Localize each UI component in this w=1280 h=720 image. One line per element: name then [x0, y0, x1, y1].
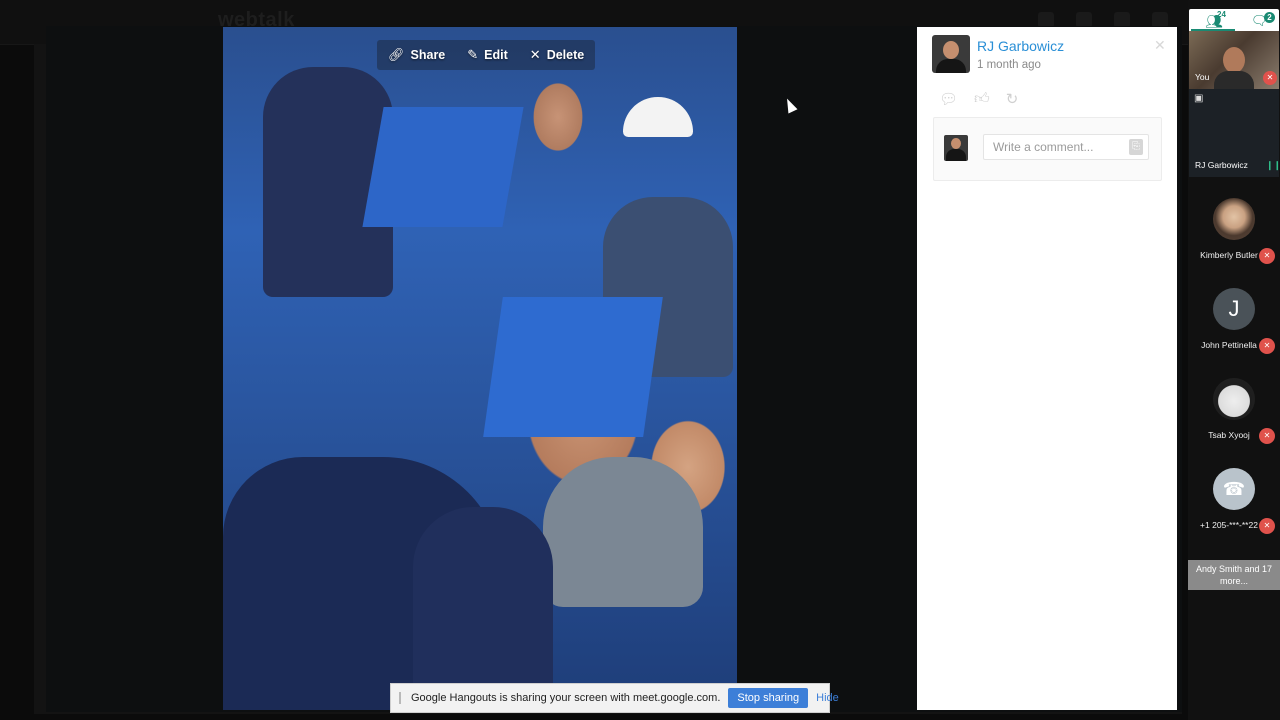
chat-count-badge: 2	[1264, 12, 1275, 23]
active-speaker-tile[interactable]: ▣ RJ Garbowicz ❙❙	[1189, 89, 1280, 177]
participant-tile[interactable]: Kimberly Butler ✕	[1188, 198, 1280, 278]
like-icon[interactable]: 👍︎	[974, 90, 990, 108]
stop-sharing-button[interactable]: Stop sharing	[728, 688, 809, 708]
avatar-body	[946, 149, 966, 161]
phone-icon: ☎	[1213, 468, 1255, 510]
avatar	[1213, 198, 1255, 240]
post-actions: 💬︎ 👍︎ ↻	[939, 90, 1018, 108]
pencil-icon: ✎	[467, 47, 479, 62]
close-icon[interactable]: ✕	[1154, 37, 1166, 54]
delete-label: Delete	[546, 48, 585, 62]
participant-tile[interactable]: Tsab Xyooj ✕	[1188, 378, 1280, 458]
self-video-face	[1223, 47, 1245, 73]
photo-figure	[543, 457, 703, 607]
repost-icon[interactable]: ↻	[1006, 90, 1019, 108]
avatar-body	[936, 59, 966, 73]
photo-cap	[623, 97, 693, 137]
participant-tile[interactable]: J John Pettinella ✕	[1188, 288, 1280, 368]
mic-off-icon: ✕	[1259, 338, 1275, 354]
post-details-panel: RJ Garbowicz 1 month ago ✕ 💬︎ 👍︎ ↻ ⎘	[917, 27, 1177, 710]
sidebar-tabs: 👥︎ 24 🗨︎ 2	[1189, 9, 1279, 31]
image-toolbar: 🔗︎ Share ✎ Edit ✕ Delete	[377, 40, 596, 70]
photo-seat	[362, 107, 524, 227]
share-message: Google Hangouts is sharing your screen w…	[411, 692, 721, 704]
edit-button[interactable]: ✎ Edit	[456, 47, 519, 63]
more-participants-button[interactable]: Andy Smith and 17 more...	[1188, 560, 1280, 590]
avatar-face	[951, 138, 961, 149]
current-user-avatar	[944, 135, 968, 161]
author-name-link[interactable]: RJ Garbowicz	[977, 38, 1064, 54]
participant-name: John Pettinella	[1201, 340, 1257, 350]
comment-box: ⎘	[933, 117, 1162, 181]
participant-name: Tsab Xyooj	[1208, 430, 1250, 440]
presentation-icon: ▣	[1194, 93, 1204, 104]
close-icon: ✕	[529, 47, 541, 62]
mic-off-icon: ✕	[1263, 71, 1277, 85]
author-avatar[interactable]	[932, 35, 970, 73]
drag-handle-icon[interactable]	[399, 692, 401, 704]
mic-off-icon: ✕	[1259, 428, 1275, 444]
mic-off-icon: ✕	[1259, 518, 1275, 534]
hide-button[interactable]: Hide	[816, 692, 839, 704]
attachment-icon[interactable]: ⎘	[1129, 139, 1143, 155]
photo-figure	[413, 507, 553, 710]
delete-button[interactable]: ✕ Delete	[519, 47, 595, 63]
self-video-tile[interactable]: You ✕	[1189, 31, 1279, 89]
share-label: Share	[410, 48, 446, 62]
audio-level-icon: ❙❙	[1266, 160, 1280, 170]
link-icon: 🔗︎	[388, 47, 405, 62]
avatar	[1213, 378, 1255, 420]
photo-seat	[483, 297, 663, 437]
avatar: J	[1213, 288, 1255, 330]
comment-input[interactable]	[983, 134, 1149, 160]
comment-icon[interactable]: 💬︎	[939, 90, 958, 108]
share-button[interactable]: 🔗︎ Share	[377, 47, 456, 63]
photo-image	[223, 27, 737, 710]
more-participants-label: Andy Smith and 17 more...	[1195, 564, 1273, 586]
post-timestamp: 1 month ago	[977, 59, 1041, 71]
participant-name: +1 205-***-**22	[1200, 520, 1258, 530]
people-count: 24	[1217, 10, 1226, 19]
mic-off-icon: ✕	[1259, 248, 1275, 264]
participant-tile[interactable]: ☎ +1 205-***-**22 ✕	[1188, 468, 1280, 548]
screen-share-bar: Google Hangouts is sharing your screen w…	[390, 683, 839, 713]
avatar-face	[943, 41, 959, 59]
speaker-name: RJ Garbowicz	[1195, 160, 1248, 170]
self-video-body	[1214, 71, 1254, 89]
self-label: You	[1195, 72, 1210, 82]
participant-name: Kimberly Butler	[1200, 250, 1258, 260]
edit-label: Edit	[484, 48, 508, 62]
